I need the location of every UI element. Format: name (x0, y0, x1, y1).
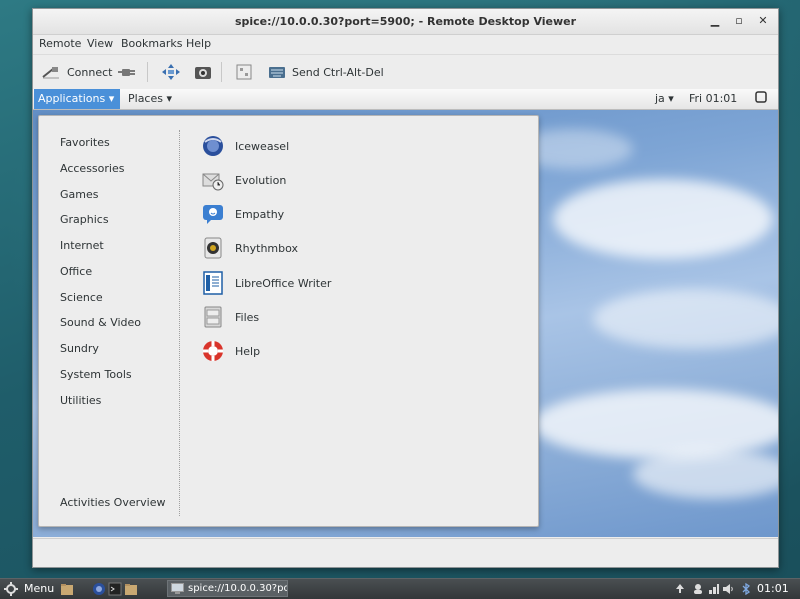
connect-icon (42, 67, 59, 79)
app-evolution[interactable]: Evolution (201, 167, 286, 193)
app-libreoffice-writer[interactable]: LibreOffice Writer (201, 270, 331, 296)
menu-divider (179, 130, 180, 516)
places-menu-button[interactable]: Places ▾ (128, 92, 172, 105)
app-rhythmbox[interactable]: Rhythmbox (201, 235, 298, 261)
screenshot-button[interactable] (193, 61, 213, 83)
app-files[interactable]: Files (201, 304, 259, 330)
toolbar-separator (147, 62, 148, 82)
scaling-icon (236, 64, 252, 80)
connect-button[interactable]: Connect (41, 61, 112, 83)
category-sound-video[interactable]: Sound & Video (60, 316, 141, 329)
remote-desktop-viewer-window: spice://10.0.0.30?port=5900; - Remote De… (32, 8, 779, 568)
window-title: spice://10.0.0.30?port=5900; - Remote De… (234, 15, 577, 28)
category-system-tools[interactable]: System Tools (60, 368, 132, 381)
camera-icon (195, 67, 211, 79)
menu-help[interactable]: Help (186, 37, 211, 50)
help-icon (203, 341, 223, 361)
category-internet[interactable]: Internet (60, 239, 104, 252)
menu-gear-icon[interactable] (4, 582, 18, 596)
send-ctrl-alt-del-button[interactable]: Send Ctrl-Alt-Del (268, 61, 384, 83)
toolbar: Connect Send Ctrl-Alt-Del (33, 54, 778, 90)
panel-clock[interactable]: 01:01 (757, 582, 789, 595)
upload-icon[interactable] (674, 583, 686, 595)
keyboard-layout-indicator[interactable]: ja ▾ (655, 92, 674, 105)
remote-screen[interactable]: Applications ▾ Places ▾ ja ▾ Fri 01:01 F… (33, 89, 778, 537)
category-sundry[interactable]: Sundry (60, 342, 99, 355)
dropdown-arrow-icon: ▾ (108, 92, 115, 105)
disconnect-button[interactable] (117, 61, 137, 83)
applications-menu: Favorites Accessories Games Graphics Int… (38, 115, 539, 527)
menu-bar: Remote View Bookmarks Help (33, 35, 778, 53)
writer-icon (203, 271, 223, 295)
iceweasel-icon (203, 136, 223, 156)
status-bar (33, 538, 778, 567)
rhythmbox-icon (204, 237, 222, 259)
volume-icon[interactable] (722, 583, 734, 595)
files-icon (204, 306, 222, 328)
activities-overview-item[interactable]: Activities Overview (60, 496, 165, 509)
close-icon[interactable]: ✕ (755, 13, 771, 29)
category-office[interactable]: Office (60, 265, 92, 278)
panel-menu-button[interactable]: Menu (24, 582, 54, 595)
toolbar-separator (221, 62, 222, 82)
app-help[interactable]: Help (201, 338, 260, 364)
keyboard-icon (269, 67, 285, 78)
menu-view[interactable]: View (87, 37, 113, 50)
taskbar-window-button[interactable]: spice://10.0.0.30?po... (167, 580, 288, 597)
category-graphics[interactable]: Graphics (60, 213, 109, 226)
status-menu-icon[interactable] (755, 91, 767, 106)
bluetooth-icon[interactable] (740, 583, 752, 595)
category-accessories[interactable]: Accessories (60, 162, 124, 175)
remote-viewer-icon (171, 583, 184, 594)
top-bar-clock[interactable]: Fri 01:01 (689, 92, 737, 105)
maximize-icon[interactable]: ▫ (731, 13, 747, 29)
applications-menu-button[interactable]: Applications ▾ (34, 89, 120, 109)
fullscreen-button[interactable] (161, 61, 181, 83)
category-science[interactable]: Science (60, 291, 103, 304)
app-iceweasel[interactable]: Iceweasel (201, 133, 289, 159)
terminal-icon[interactable] (108, 582, 122, 596)
user-icon[interactable] (692, 583, 704, 595)
gnome-top-bar: Applications ▾ Places ▾ ja ▾ Fri 01:01 (33, 89, 778, 110)
dropdown-arrow-icon: ▾ (668, 92, 674, 105)
category-utilities[interactable]: Utilities (60, 394, 101, 407)
evolution-icon (202, 173, 224, 191)
move-arrows-icon (162, 64, 180, 80)
folder-home-icon[interactable] (60, 582, 74, 596)
plug-icon (118, 69, 135, 76)
bottom-panel: Menu spice://10.0.0.30?po... 01:01 (0, 578, 800, 599)
network-icon[interactable] (708, 583, 720, 595)
category-games[interactable]: Games (60, 188, 98, 201)
dropdown-arrow-icon: ▾ (166, 92, 173, 105)
browser-icon[interactable] (92, 582, 106, 596)
category-favorites[interactable]: Favorites (60, 136, 110, 149)
app-empathy[interactable]: Empathy (201, 201, 284, 227)
folder-icon[interactable] (124, 582, 138, 596)
menu-remote[interactable]: Remote (39, 37, 81, 50)
scaling-button[interactable] (235, 61, 253, 83)
menu-bookmarks[interactable]: Bookmarks (121, 37, 182, 50)
minimize-icon[interactable]: ▁ (707, 13, 723, 29)
empathy-icon (203, 205, 223, 224)
title-bar[interactable]: spice://10.0.0.30?port=5900; - Remote De… (33, 9, 778, 35)
